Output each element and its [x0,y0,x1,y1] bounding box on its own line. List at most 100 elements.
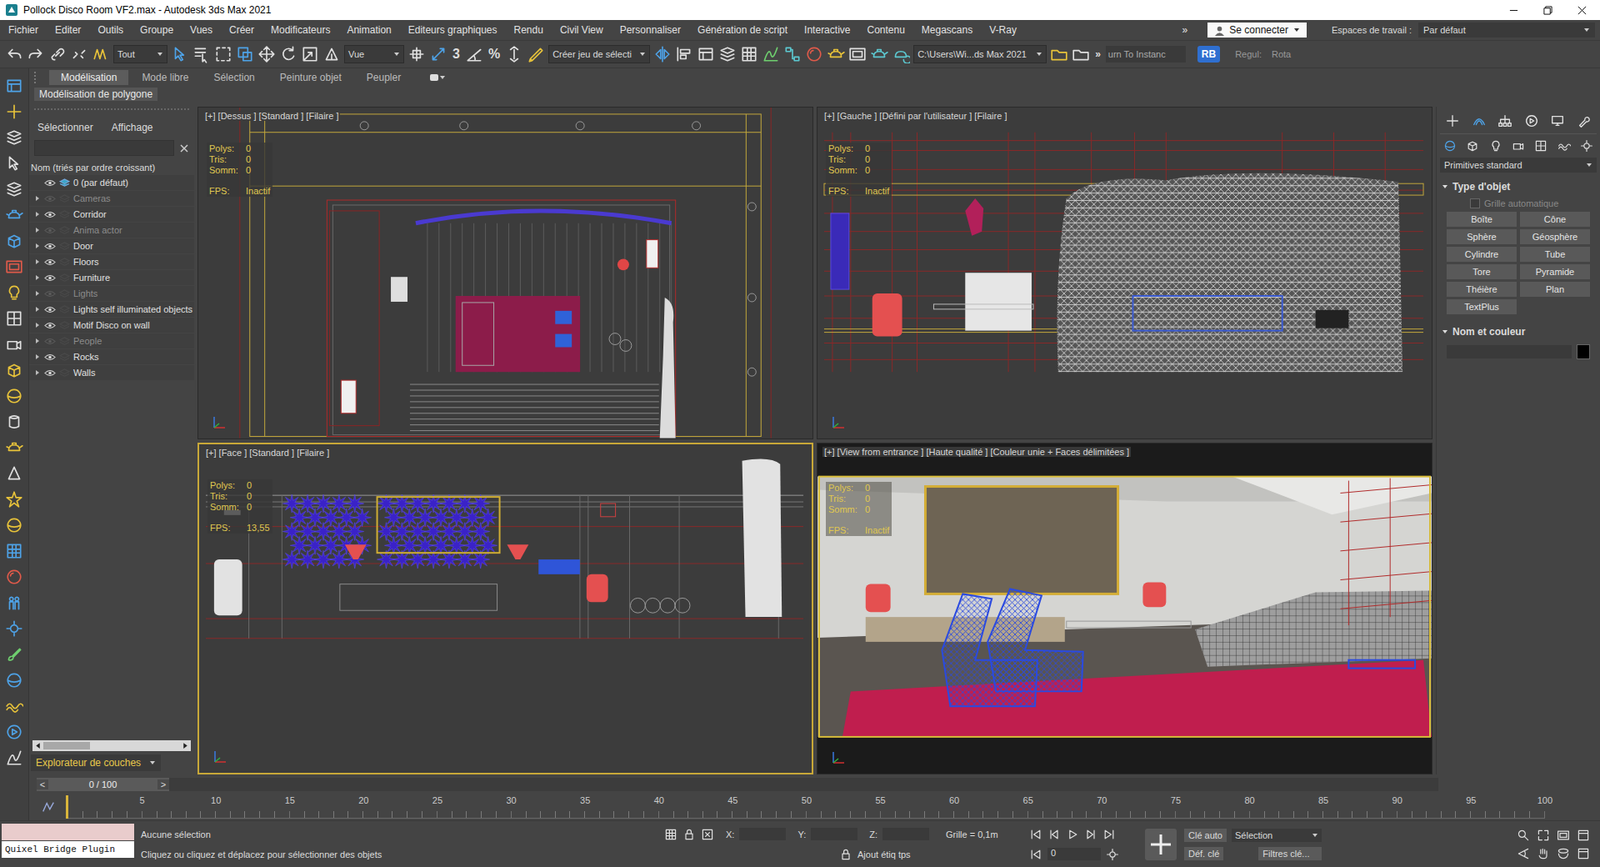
minimize-icon[interactable] [1509,5,1519,15]
camera-icon[interactable] [5,335,24,354]
layer-icon[interactable] [59,210,70,220]
expand-arrow-icon[interactable] [34,226,41,234]
schematic-view-icon[interactable] [783,45,802,64]
rendered-frame-icon[interactable] [848,45,867,64]
zoom-icon[interactable] [1516,828,1530,842]
cylinder-icon[interactable] [5,412,24,431]
clear-search-icon[interactable] [179,143,190,154]
sphere-icon[interactable] [5,670,24,690]
spacewarps-icon[interactable] [1557,139,1571,153]
ribbon-tab[interactable]: Mode libre [130,70,200,85]
menu-item[interactable]: Vues [181,24,221,36]
layer-stack-icon[interactable] [5,180,24,199]
redo-icon[interactable] [26,45,45,64]
select-icon[interactable] [5,154,24,173]
key-mode-dropdown[interactable]: Sélection [1231,828,1322,842]
primitive-button[interactable]: Plan [1520,281,1590,297]
layer-icon[interactable] [59,241,70,251]
menu-item[interactable]: Créer [220,24,263,36]
layer-row[interactable]: 0 (par défaut) [29,175,195,191]
menu-item[interactable]: V-Ray [980,24,1025,36]
sun-icon[interactable] [5,490,24,509]
viewport-label[interactable]: [+] [Dessus ] [Standard ] [Filaire ] [203,110,340,121]
set-key-button[interactable]: Déf. clé [1184,846,1224,860]
cameras-icon[interactable] [1511,139,1525,153]
object-name-field[interactable] [1446,345,1572,359]
expand-arrow-icon[interactable] [34,258,41,265]
expand-arrow-icon[interactable] [34,369,41,376]
angle-snap-icon[interactable] [465,45,484,64]
absolute-mode-icon[interactable] [700,827,715,841]
field-of-view-icon[interactable] [1516,846,1530,860]
menu-overflow[interactable]: » [1174,24,1197,36]
search-field[interactable] [34,140,175,156]
curve-icon[interactable] [5,748,24,767]
pivot-center-icon[interactable] [407,45,426,64]
viewport[interactable]: [+] [Face ] [Standard ] [Filaire ]Polys:… [197,442,814,775]
toolbar-label[interactable]: Regul: [1231,49,1265,60]
go-end-icon[interactable] [1102,827,1116,841]
menu-item[interactable]: Animation [338,24,400,36]
teapot-icon[interactable] [5,438,24,457]
layer-icon[interactable] [59,320,70,330]
viewport-label[interactable]: [+] [Face ] [Standard ] [Filaire ] [204,447,331,458]
layer-row[interactable]: Lights [29,285,195,302]
coordinate-field[interactable] [739,827,786,840]
curve-editor-icon[interactable] [761,45,780,64]
shapes-icon[interactable] [1465,139,1480,153]
ribbon-options-icon[interactable] [429,72,446,83]
viewport[interactable]: [+] [View from entrance ] [Haute qualité… [816,442,1433,775]
menu-item[interactable]: Civil View [551,24,612,36]
explorer-menu-item[interactable]: Sélectionner [37,121,94,134]
explorer-type-dropdown[interactable]: Explorateur de couches [30,754,161,771]
reference-coordinate-dropdown[interactable]: Vue [344,45,405,64]
helper-icon[interactable] [5,309,24,328]
geometry-icon[interactable] [1443,139,1457,153]
previous-frame-icon[interactable] [1047,827,1061,841]
scroll-left-icon[interactable] [34,741,42,750]
viewport[interactable]: [+] [Dessus ] [Standard ] [Filaire ]Poly… [197,106,814,440]
primitive-button[interactable]: Tube [1520,246,1590,262]
time-tag-icon[interactable] [839,847,853,861]
go-start-icon[interactable] [1029,827,1043,841]
ribbon-grip[interactable] [34,71,41,84]
orbit-icon[interactable] [1556,846,1570,860]
unlink-icon[interactable] [70,45,89,64]
visibility-eye-icon[interactable] [44,337,56,345]
visibility-eye-icon[interactable] [44,210,56,219]
primitive-button[interactable]: Sphère [1446,229,1517,245]
layer-row[interactable]: Anima actor [29,222,195,239]
expand-arrow-icon[interactable] [34,210,41,218]
viewport[interactable]: [+] [Gauche ] [Défini par l'utilisateur … [816,106,1433,440]
coordinate-field[interactable] [810,827,858,840]
maxscript-listener[interactable]: Quixel Bridge Plugin [0,820,135,867]
create-layer-icon[interactable] [5,102,24,121]
category-dropdown[interactable]: Primitives standard [1440,157,1597,173]
modify-tab-icon[interactable] [1471,113,1487,129]
ribbon-tab[interactable]: Peupler [355,70,413,85]
restore-icon[interactable] [1543,5,1553,15]
move-icon[interactable] [257,45,276,64]
visibility-eye-icon[interactable] [44,274,56,282]
visibility-eye-icon[interactable] [44,321,56,330]
primitive-button[interactable]: Cylindre [1446,246,1517,262]
systems-icon[interactable] [1580,139,1594,153]
manipulate-icon[interactable] [429,45,448,64]
expand-arrow-icon[interactable] [34,321,41,329]
cone-icon[interactable] [5,464,24,483]
undo-icon[interactable] [5,45,24,64]
rotate-icon[interactable] [279,45,298,64]
primitive-button[interactable]: Cône [1520,211,1590,227]
material-editor-icon[interactable] [805,45,824,64]
motion-tab-icon[interactable] [1524,113,1540,129]
project-folder-icon[interactable] [1050,45,1069,64]
expand-arrow-icon[interactable] [34,353,41,360]
link-icon[interactable] [48,45,67,64]
layer-row[interactable]: Corridor [29,206,195,223]
layer-icon[interactable] [59,257,70,267]
menu-item[interactable]: Megascans [913,24,981,36]
explorer-menu-item[interactable]: Affichage [111,121,154,134]
motion-icon[interactable] [5,722,24,741]
lights-icon[interactable] [1489,139,1503,153]
snap-toggle[interactable]: 3 [450,46,462,62]
